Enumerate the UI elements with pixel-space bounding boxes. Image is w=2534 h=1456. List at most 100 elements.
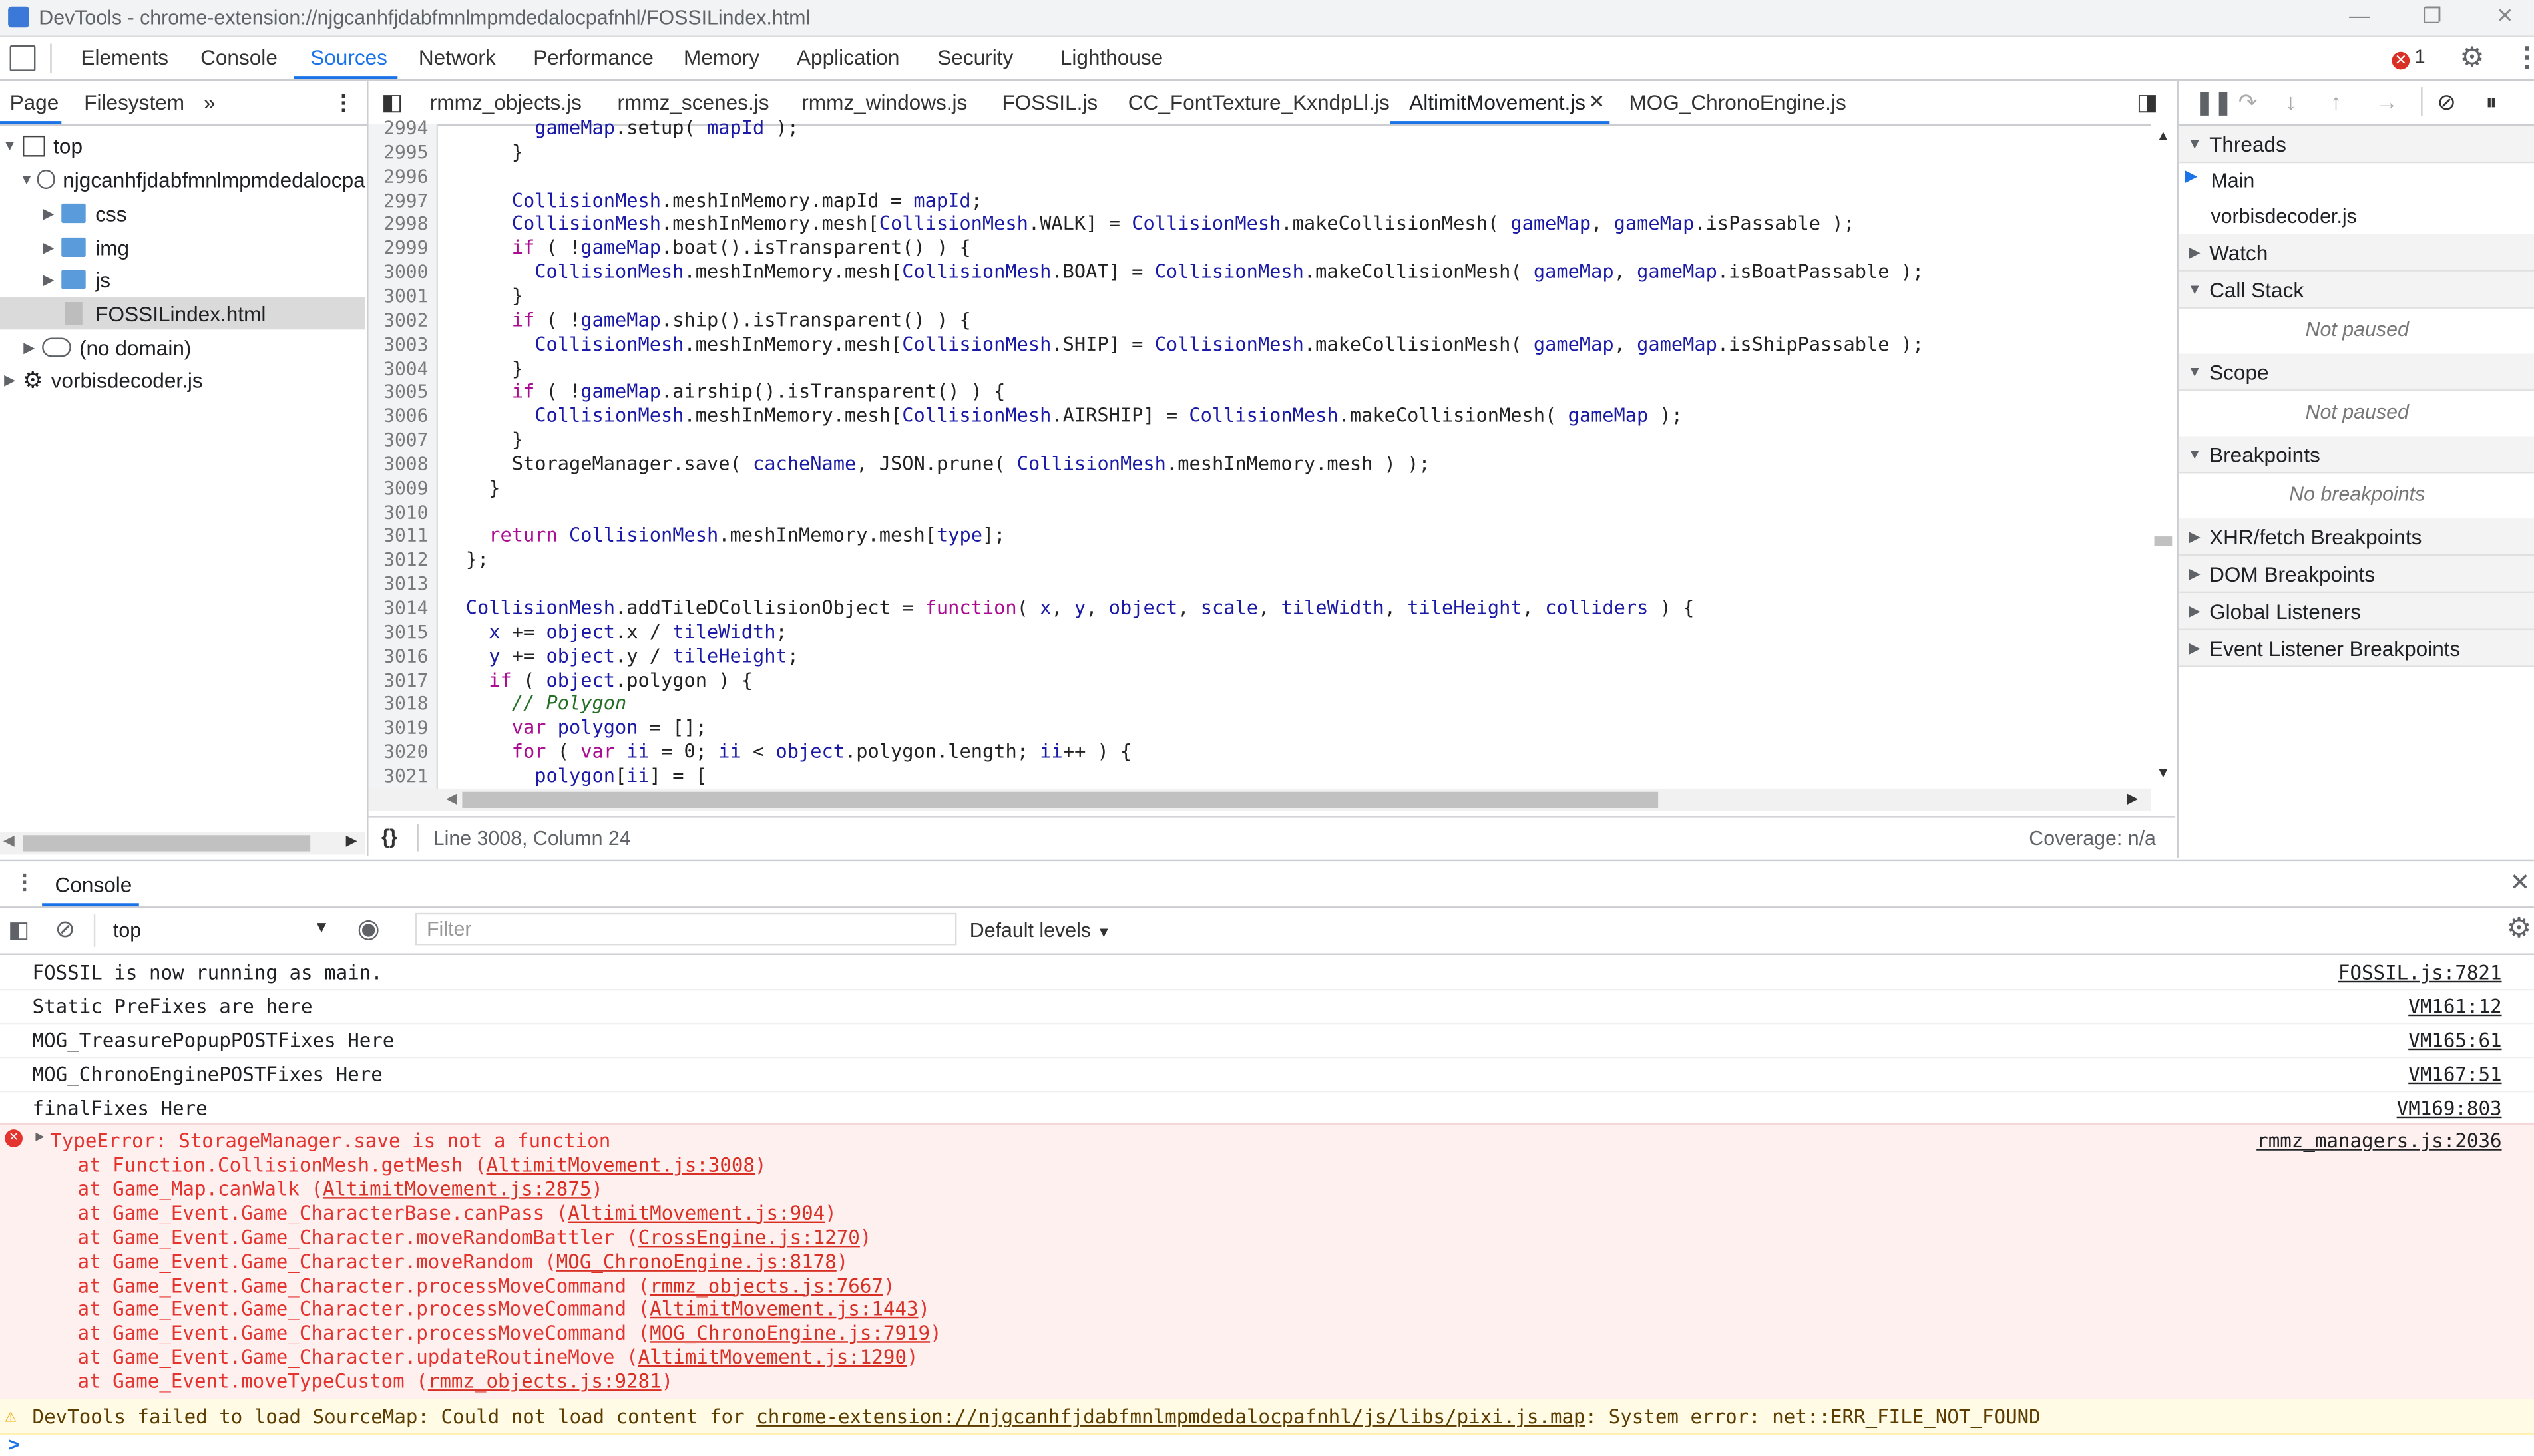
line-number[interactable]: 3015 xyxy=(383,620,428,643)
tree-item-img[interactable]: ▶ img xyxy=(39,231,129,264)
drawer-menu-icon[interactable]: ⋮ xyxy=(15,869,35,894)
line-number[interactable]: 2994 xyxy=(383,116,428,139)
tab-security[interactable]: Security xyxy=(937,45,1013,69)
maximize-icon[interactable]: ❐ xyxy=(2408,3,2457,29)
code-line[interactable]: polygon[ii] = [ xyxy=(443,764,707,787)
line-number[interactable]: 3004 xyxy=(383,356,428,379)
line-number[interactable]: 3016 xyxy=(383,644,428,667)
tab-application[interactable]: Application xyxy=(797,45,899,69)
log-source-link[interactable]: VM169:803 xyxy=(2397,1097,2502,1120)
line-number[interactable]: 2996 xyxy=(383,164,428,187)
log-levels-dropdown[interactable]: Default levels ▼ xyxy=(970,920,1111,942)
error-source-link[interactable]: rmmz_managers.js:2036 xyxy=(2256,1129,2501,1152)
code-line[interactable]: if ( !gameMap.ship().isTransparent() ) { xyxy=(443,308,971,331)
file-tab[interactable]: rmmz_scenes.js xyxy=(617,91,769,114)
stack-frame-link[interactable]: AltimitMovement.js:2875 xyxy=(323,1178,591,1200)
stack-frame-link[interactable]: MOG_ChronoEngine.js:8178 xyxy=(556,1250,837,1272)
line-number[interactable]: 3020 xyxy=(383,740,428,763)
log-source-link[interactable]: VM161:12 xyxy=(2408,996,2501,1018)
code-line[interactable]: CollisionMesh.meshInMemory.mesh[Collisio… xyxy=(443,260,1924,283)
minimize-icon[interactable]: — xyxy=(2335,3,2384,27)
event-listener-breakpoints-header[interactable]: ▶ Event Listener Breakpoints xyxy=(2178,630,2534,667)
tree-item-vorbisdecoder[interactable]: ▶ ⚙ vorbisdecoder.js xyxy=(0,363,203,396)
line-number[interactable]: 2999 xyxy=(383,236,428,259)
xhr-breakpoints-header[interactable]: ▶ XHR/fetch Breakpoints xyxy=(2178,518,2534,556)
global-listeners-header[interactable]: ▶ Global Listeners xyxy=(2178,593,2534,630)
tree-item-js[interactable]: ▶ js xyxy=(39,264,110,296)
line-number[interactable]: 3006 xyxy=(383,404,428,427)
line-number[interactable]: 3012 xyxy=(383,548,428,571)
drawer-tab-console[interactable]: Console xyxy=(55,872,132,896)
thread-main[interactable]: ▶ Main xyxy=(2179,163,2534,198)
inspect-element-icon[interactable] xyxy=(9,45,36,71)
tab-page[interactable]: Page xyxy=(10,91,59,114)
code-line[interactable]: CollisionMesh.meshInMemory.mapId = mapId… xyxy=(443,188,982,211)
log-source-link[interactable]: VM165:61 xyxy=(2408,1029,2501,1052)
step-out-icon[interactable]: ↑ xyxy=(2330,89,2342,115)
tree-item-origin[interactable]: ▼ njgcanhfjdabfmnlmpmdedalocpa xyxy=(19,163,365,196)
line-number[interactable]: 3021 xyxy=(383,764,428,787)
close-tab-icon[interactable]: ✕ xyxy=(1589,91,1605,113)
tab-lighthouse[interactable]: Lighthouse xyxy=(1060,45,1163,69)
console-prompt[interactable]: > xyxy=(8,1433,19,1456)
tree-item-no-domain[interactable]: ▶ (no domain) xyxy=(19,331,191,364)
stack-frame-link[interactable]: AltimitMovement.js:1443 xyxy=(650,1298,918,1321)
more-tabs-icon[interactable]: » xyxy=(204,91,216,114)
scroll-left-icon[interactable]: ◀ xyxy=(3,832,15,850)
settings-gear-icon[interactable]: ⚙ xyxy=(2459,42,2484,75)
tree-item-top[interactable]: ▼ top xyxy=(0,129,365,162)
scroll-right-icon[interactable]: ▶ xyxy=(346,832,357,850)
watch-section-header[interactable]: ▶ Watch xyxy=(2178,234,2534,272)
threads-section-header[interactable]: ▼ Threads xyxy=(2178,126,2534,164)
line-number[interactable]: 3019 xyxy=(383,716,428,739)
stack-frame-link[interactable]: CrossEngine.js:1270 xyxy=(638,1226,860,1248)
thread-vorbisdecoder[interactable]: vorbisdecoder.js xyxy=(2178,199,2534,236)
toggle-navigator-icon[interactable]: ◧ xyxy=(381,89,403,116)
stack-frame-link[interactable]: AltimitMovement.js:904 xyxy=(568,1202,825,1224)
line-number[interactable]: 3014 xyxy=(383,596,428,619)
stack-frame-link[interactable]: MOG_ChronoEngine.js:7919 xyxy=(650,1322,930,1345)
line-number[interactable]: 3002 xyxy=(383,308,428,331)
live-expression-eye-icon[interactable]: ◉ xyxy=(357,913,380,946)
code-line[interactable]: } xyxy=(443,356,523,379)
code-line[interactable]: CollisionMesh.addTileDCollisionObject = … xyxy=(443,596,1695,619)
console-settings-gear-icon[interactable]: ⚙ xyxy=(2507,913,2531,946)
step-over-icon[interactable]: ↷ xyxy=(2238,89,2257,116)
code-line[interactable]: CollisionMesh.meshInMemory.mesh[Collisio… xyxy=(443,332,1924,355)
line-number[interactable]: 3001 xyxy=(383,284,428,307)
code-line[interactable]: for ( var ii = 0; ii < object.polygon.le… xyxy=(443,740,1132,763)
toggle-debugger-icon[interactable]: ◨ xyxy=(2137,89,2158,116)
editor-hscrollbar[interactable]: ◀ ▶ xyxy=(368,788,2151,811)
scroll-right-icon[interactable]: ▶ xyxy=(2127,790,2138,808)
show-sidebar-icon[interactable]: ◧ xyxy=(8,916,29,944)
breakpoints-section-header[interactable]: ▼ Breakpoints xyxy=(2178,436,2534,474)
step-icon[interactable]: → xyxy=(2376,89,2398,115)
line-number[interactable]: 3005 xyxy=(383,380,428,403)
navigator-hscrollbar[interactable]: ◀ ▶ xyxy=(0,832,365,855)
context-selector[interactable]: top xyxy=(113,920,141,942)
code-line[interactable]: }; xyxy=(443,548,489,571)
expand-error-icon[interactable]: ▶ xyxy=(35,1129,44,1145)
file-tab-active[interactable]: AltimitMovement.js xyxy=(1409,91,1585,114)
pause-on-exceptions-icon[interactable]: ⏸ xyxy=(2485,89,2497,116)
file-tab[interactable]: MOG_ChronoEngine.js xyxy=(1629,91,1846,114)
line-number[interactable]: 3013 xyxy=(383,572,428,595)
line-number[interactable]: 2998 xyxy=(383,212,428,235)
file-tab[interactable]: rmmz_windows.js xyxy=(801,91,967,114)
line-number[interactable]: 3018 xyxy=(383,692,428,715)
code-line[interactable]: } xyxy=(443,284,523,307)
tree-item-css[interactable]: ▶ css xyxy=(39,197,126,230)
file-tab[interactable]: rmmz_objects.js xyxy=(430,91,582,114)
file-tab[interactable]: CC_FontTexture_KxndpLl.js xyxy=(1128,91,1390,114)
tree-item-fossilindex[interactable]: FOSSILindex.html xyxy=(0,297,365,330)
code-line[interactable]: } xyxy=(443,476,500,499)
step-into-icon[interactable]: ↓ xyxy=(2285,89,2296,115)
code-line[interactable]: CollisionMesh.meshInMemory.mesh[Collisio… xyxy=(443,212,1855,235)
line-number[interactable]: 3000 xyxy=(383,260,428,283)
stack-frame-link[interactable]: rmmz_objects.js:9281 xyxy=(428,1370,662,1393)
tab-elements[interactable]: Elements xyxy=(81,45,168,69)
line-number[interactable]: 3008 xyxy=(383,453,428,475)
code-line[interactable]: x += object.x / tileWidth; xyxy=(443,620,787,643)
scope-section-header[interactable]: ▼ Scope xyxy=(2178,353,2534,391)
code-line[interactable]: StorageManager.save( cacheName, JSON.pru… xyxy=(443,453,1430,475)
